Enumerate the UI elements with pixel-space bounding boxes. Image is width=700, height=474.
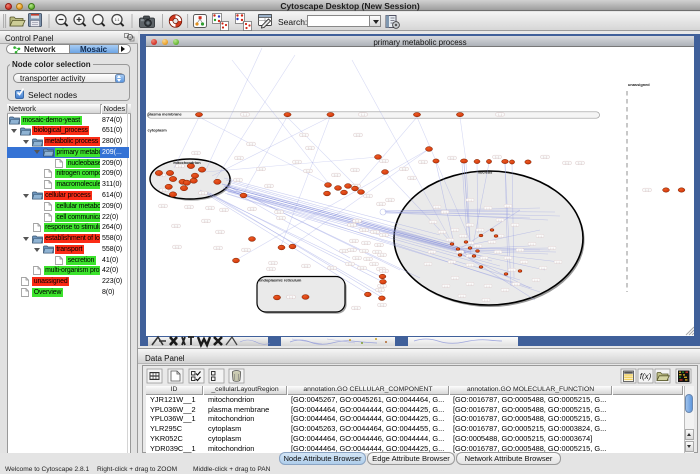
svg-text:f(x): f(x) xyxy=(640,372,652,381)
